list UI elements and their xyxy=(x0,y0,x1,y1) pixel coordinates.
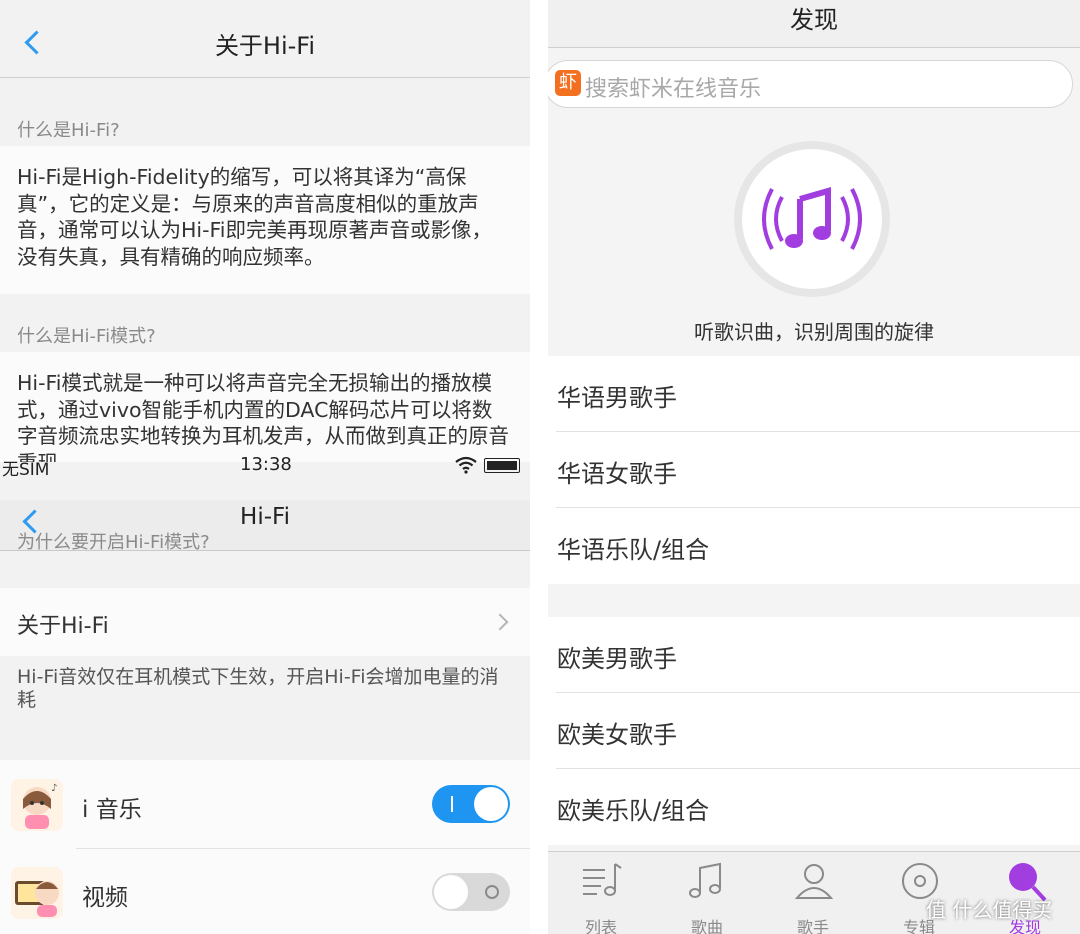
carrier-text: 无SIM xyxy=(2,460,50,480)
category-label: 华语男歌手 xyxy=(557,384,677,412)
answer-card: Hi-Fi是High-Fidelity的缩写，可以将其译为“高保真”，它的定义是… xyxy=(0,146,530,294)
about-hifi-label: 关于Hi-Fi xyxy=(17,614,109,639)
tab-artists[interactable]: 歌手 xyxy=(760,852,866,934)
category-row[interactable]: 华语女歌手 xyxy=(548,432,1080,508)
hifi-note: Hi-Fi音效仅在耳机模式下生效，开启Hi-Fi会增加电量的消耗 xyxy=(17,666,499,711)
category-row[interactable]: 欧美男歌手 xyxy=(548,617,1080,693)
section-header-what-is-hifi: 什么是Hi-Fi? xyxy=(17,120,120,141)
hifi-header: Hi-Fi 为什么要开启Hi-Fi模式? xyxy=(0,500,530,553)
status-time: 13:38 xyxy=(240,454,292,475)
video-app-icon xyxy=(11,867,63,919)
video-hifi-toggle[interactable] xyxy=(432,873,510,911)
app-row-imusic: ♪ i 音乐 xyxy=(0,760,530,849)
person-icon xyxy=(794,864,834,899)
recognize-caption: 听歌识曲，识别周围的旋律 xyxy=(694,320,934,344)
search-input[interactable]: 虾 搜索虾米在线音乐 xyxy=(548,60,1073,108)
tab-label: 列表 xyxy=(584,918,617,934)
answer-text: Hi-Fi是High-Fidelity的缩写，可以将其译为“高保真”，它的定义是… xyxy=(17,165,493,269)
category-row[interactable]: 欧美乐队/组合 xyxy=(548,769,1080,845)
app-list: ♪ i 音乐 视频 xyxy=(0,760,530,934)
section-header-why-hifi: 为什么要开启Hi-Fi模式? xyxy=(17,532,210,553)
app-row-video: 视频 xyxy=(0,849,530,934)
category-row[interactable]: 华语男歌手 xyxy=(548,356,1080,432)
category-label: 欧美男歌手 xyxy=(557,645,677,673)
page-title: 关于Hi-Fi xyxy=(214,32,316,60)
tab-label: 歌手 xyxy=(796,918,829,934)
page-title: 发现 xyxy=(790,6,838,34)
app-name: 视频 xyxy=(82,885,128,911)
about-hifi-row[interactable]: 关于Hi-Fi xyxy=(0,588,530,656)
tab-list[interactable]: 列表 xyxy=(548,852,654,934)
discover-header: 发现 xyxy=(548,0,1080,48)
category-label: 华语乐队/组合 xyxy=(557,536,710,564)
list-music-icon xyxy=(583,863,622,896)
svg-text:♪: ♪ xyxy=(51,783,57,794)
discover-panel: 发现 虾 搜索虾米在线音乐 听歌识曲，识别周围的旋律 华语男歌手 华语女歌手 华… xyxy=(548,0,1080,934)
status-bar: 无SIM 13:38 xyxy=(0,452,530,480)
battery-icon xyxy=(484,458,520,473)
hifi-settings-panel: 关于Hi-Fi 什么是Hi-Fi? Hi-Fi是High-Fidelity的缩写… xyxy=(0,0,530,934)
chevron-right-icon xyxy=(491,613,509,631)
xiami-logo-icon: 虾 xyxy=(555,70,581,96)
answer-card: Hi-Fi模式就是一种可以将声音完全无损输出的播放模式，通过vivo智能手机内置… xyxy=(0,352,530,462)
tab-label: 歌曲 xyxy=(690,918,723,934)
watermark: 值 什么值得买 xyxy=(926,898,1053,922)
wifi-icon xyxy=(455,456,477,474)
category-label: 欧美乐队/组合 xyxy=(557,797,710,825)
category-label: 华语女歌手 xyxy=(557,460,677,488)
imusic-app-icon: ♪ xyxy=(11,779,63,831)
answer-text: Hi-Fi模式就是一种可以将声音完全无损输出的播放模式，通过vivo智能手机内置… xyxy=(17,371,509,462)
section-header-what-is-hifi-mode: 什么是Hi-Fi模式? xyxy=(17,326,156,347)
category-row[interactable]: 欧美女歌手 xyxy=(548,693,1080,769)
category-row[interactable]: 华语乐队/组合 xyxy=(548,508,1080,584)
music-note-icon xyxy=(689,862,721,898)
song-recognition-button[interactable] xyxy=(734,141,890,297)
tab-songs[interactable]: 歌曲 xyxy=(654,852,760,934)
about-hifi-header: 关于Hi-Fi xyxy=(0,0,530,78)
category-label: 欧美女歌手 xyxy=(557,721,677,749)
imusic-hifi-toggle[interactable] xyxy=(432,785,510,823)
music-recognition-icon xyxy=(762,187,862,250)
search-placeholder: 搜索虾米在线音乐 xyxy=(585,77,762,102)
app-name: i 音乐 xyxy=(82,797,142,823)
hifi-title: Hi-Fi xyxy=(240,504,290,530)
